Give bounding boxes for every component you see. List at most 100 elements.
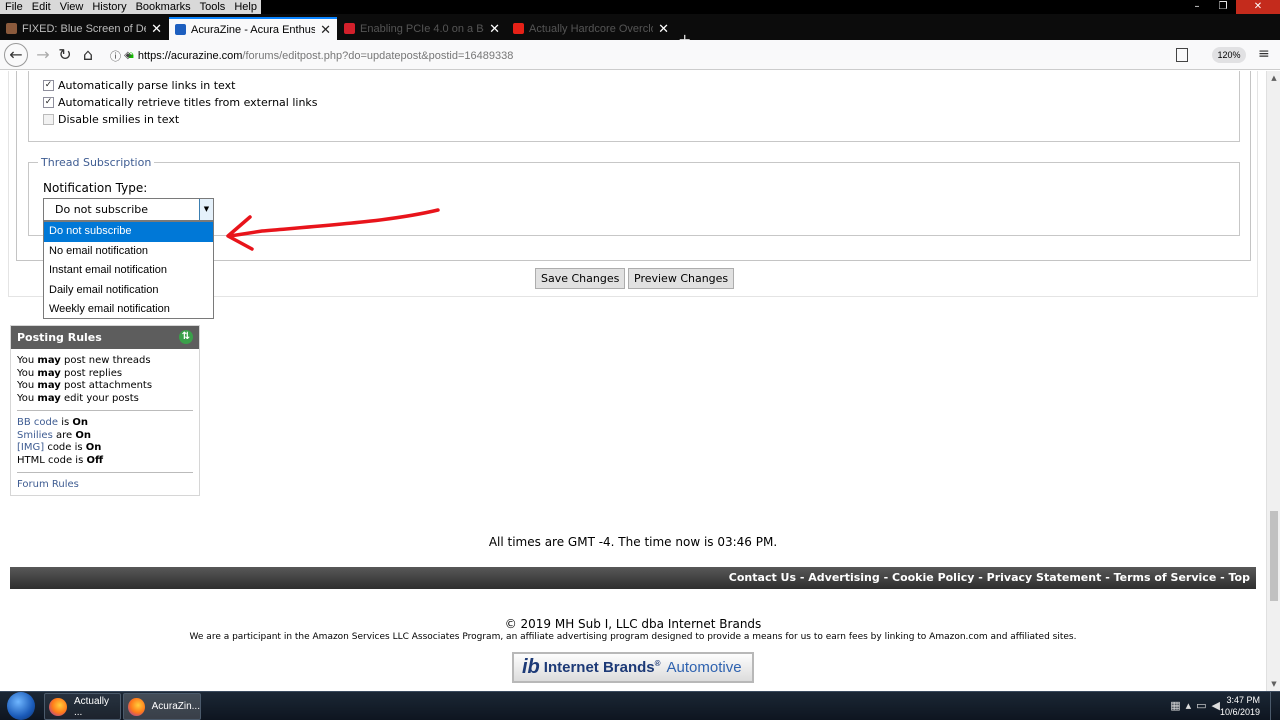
- start-button[interactable]: [7, 692, 35, 720]
- page-content: ✓ Automatically parse links in text ✓ Au…: [0, 71, 1266, 691]
- forward-button[interactable]: →: [32, 44, 54, 66]
- maximize-button[interactable]: ❐: [1210, 0, 1236, 14]
- clock-date: 10/6/2019: [1219, 707, 1260, 717]
- home-button[interactable]: ⌂: [77, 44, 99, 66]
- footer-link-top[interactable]: Top: [1229, 571, 1250, 584]
- option-label: Automatically retrieve titles from exter…: [58, 96, 318, 109]
- chevron-down-icon[interactable]: ▼: [199, 199, 213, 220]
- parse-links-checkbox[interactable]: ✓: [43, 80, 54, 91]
- dropdown-option-weekly-email[interactable]: Weekly email notification: [44, 300, 213, 320]
- menu-tools[interactable]: Tools: [195, 0, 230, 14]
- badge-division: Automotive: [666, 659, 742, 676]
- option-retrieve-titles[interactable]: ✓ Automatically retrieve titles from ext…: [43, 96, 318, 109]
- preview-changes-button[interactable]: Preview Changes: [628, 268, 735, 289]
- smilies-link[interactable]: Smilies: [17, 430, 53, 441]
- rule-smilies: Smilies are On: [17, 429, 91, 441]
- posting-rules-panel: Posting Rules ⇅ You may post new threads…: [10, 325, 200, 496]
- posting-rules-header: Posting Rules ⇅: [11, 326, 199, 349]
- firefox-icon: [49, 697, 67, 716]
- close-tab-icon[interactable]: ✕: [658, 21, 669, 37]
- close-tab-icon[interactable]: ✕: [320, 22, 331, 38]
- disable-smilies-checkbox[interactable]: [43, 114, 54, 125]
- youtube-favicon-icon: [513, 23, 524, 34]
- page-scrollbar[interactable]: ▲ ▼: [1266, 71, 1280, 691]
- forum-rules-link[interactable]: Forum Rules: [17, 479, 79, 490]
- amazon-affiliate-notice: We are a participant in the Amazon Servi…: [189, 632, 1077, 642]
- tab-hardcore-overclocking[interactable]: Actually Hardcore Overclocki ✕: [507, 17, 675, 40]
- internet-brands-automotive-logo[interactable]: ib Internet Brands® Automotive: [512, 652, 754, 683]
- clock-time: 3:47 PM: [1226, 695, 1260, 705]
- footer-link-privacy[interactable]: Privacy Statement: [987, 571, 1102, 584]
- menu-view[interactable]: View: [55, 0, 88, 14]
- address-bar[interactable]: ⓘ ◈ 🔒︎ https://acurazine.com/forums/edit…: [104, 45, 1174, 66]
- dropdown-option-no-email[interactable]: No email notification: [44, 242, 213, 262]
- minimize-button[interactable]: –: [1184, 0, 1210, 14]
- reader-view-icon[interactable]: [1176, 48, 1188, 62]
- taskbar-clock[interactable]: 3:47 PM 10/6/2019: [1220, 694, 1260, 718]
- close-window-button[interactable]: ✕: [1236, 0, 1280, 14]
- zoom-level-badge[interactable]: 120%: [1212, 47, 1246, 63]
- tab-acurazine[interactable]: AcuraZine - Acura Enthusiast C ✕: [169, 17, 337, 40]
- volume-icon[interactable]: ◀: [1212, 699, 1220, 712]
- menu-help[interactable]: Help: [229, 0, 261, 14]
- rule-html-code: HTML code is Off: [17, 454, 104, 466]
- option-parse-links[interactable]: ✓ Automatically parse links in text: [43, 79, 235, 92]
- close-tab-icon[interactable]: ✕: [489, 21, 500, 37]
- taskbar-item-actually[interactable]: Actually ...: [44, 693, 121, 720]
- scroll-down-icon[interactable]: ▼: [1269, 679, 1279, 689]
- windows-taskbar: Actually ... AcuraZin... ▦ ▴ ▭ ◀ 3:47 PM…: [0, 691, 1280, 720]
- rule-bb-code: BB code is On: [17, 417, 88, 428]
- notification-type-label: Notification Type:: [43, 181, 148, 195]
- plus-favicon-icon: [344, 23, 355, 34]
- tab-label: Actually Hardcore Overclocki: [529, 22, 653, 35]
- red-annotation-arrow: [226, 208, 440, 251]
- menu-bookmarks[interactable]: Bookmarks: [131, 0, 195, 14]
- taskbar-item-acurazine[interactable]: AcuraZin...: [123, 693, 201, 720]
- bb-code-link[interactable]: BB code: [17, 417, 58, 428]
- reload-button[interactable]: ↻: [54, 44, 76, 66]
- collapse-toggle-icon[interactable]: ⇅: [179, 330, 193, 344]
- dropdown-option-daily-email[interactable]: Daily email notification: [44, 281, 213, 301]
- network-icon[interactable]: ▭: [1196, 699, 1206, 712]
- acurazine-favicon-icon: [175, 24, 186, 35]
- dropdown-option-instant-email[interactable]: Instant email notification: [44, 261, 213, 281]
- notification-type-dropdown: Do not subscribe No email notification I…: [43, 221, 214, 319]
- tab-fixed-bsod[interactable]: FIXED: Blue Screen of Death (B ✕: [0, 17, 168, 40]
- site-info-icon[interactable]: ⓘ: [110, 48, 121, 64]
- url-path: /forums/editpost.php?do=updatepost&posti…: [242, 49, 514, 62]
- tracking-shield-icon[interactable]: ◈: [124, 50, 132, 61]
- rule-edit-posts: You may edit your posts: [17, 392, 139, 404]
- footer-link-advertising[interactable]: Advertising: [808, 571, 880, 584]
- ib-logo-mark: ib: [522, 656, 540, 678]
- option-disable-smilies[interactable]: Disable smilies in text: [43, 113, 179, 126]
- save-changes-button[interactable]: Save Changes: [535, 268, 626, 289]
- divider: [17, 410, 193, 411]
- img-code-link[interactable]: [IMG]: [17, 442, 44, 453]
- menu-edit[interactable]: Edit: [27, 0, 55, 14]
- show-hidden-icons-icon[interactable]: ▴: [1186, 699, 1192, 712]
- rule-post-attachments: You may post attachments: [17, 380, 153, 391]
- menu-file[interactable]: File: [0, 0, 27, 14]
- window-controls: – ❐ ✕: [1184, 0, 1280, 14]
- scrollbar-thumb[interactable]: [1270, 511, 1278, 601]
- navigation-toolbar: ← → ↻ ⌂ ⓘ ◈ 🔒︎ https://acurazine.com/for…: [0, 40, 1280, 70]
- back-button[interactable]: ←: [4, 43, 28, 67]
- scroll-up-icon[interactable]: ▲: [1269, 73, 1279, 83]
- tab-label: Enabling PCIe 4.0 on a B450 M: [360, 22, 484, 35]
- retrieve-titles-checkbox[interactable]: ✓: [43, 97, 54, 108]
- footer-link-cookie-policy[interactable]: Cookie Policy: [892, 571, 974, 584]
- footer-link-terms[interactable]: Terms of Service: [1114, 571, 1217, 584]
- tab-enabling-pcie[interactable]: Enabling PCIe 4.0 on a B450 M ✕: [338, 17, 506, 40]
- badge-brand-name: Internet Brands®: [543, 659, 661, 676]
- dropdown-option-do-not-subscribe[interactable]: Do not subscribe: [44, 222, 213, 242]
- close-tab-icon[interactable]: ✕: [151, 21, 162, 37]
- windows-flag-icon[interactable]: ▦: [1170, 699, 1180, 712]
- footer-link-contact[interactable]: Contact Us: [729, 571, 796, 584]
- notification-type-select[interactable]: Do not subscribe ▼: [43, 198, 214, 221]
- show-desktop-button[interactable]: [1270, 692, 1280, 720]
- hamburger-menu-icon[interactable]: ≡: [1258, 46, 1274, 62]
- menu-history[interactable]: History: [87, 0, 130, 14]
- option-label: Disable smilies in text: [58, 113, 180, 126]
- url-host: https://acurazine.com: [137, 49, 243, 62]
- select-current-value: Do not subscribe: [55, 203, 149, 216]
